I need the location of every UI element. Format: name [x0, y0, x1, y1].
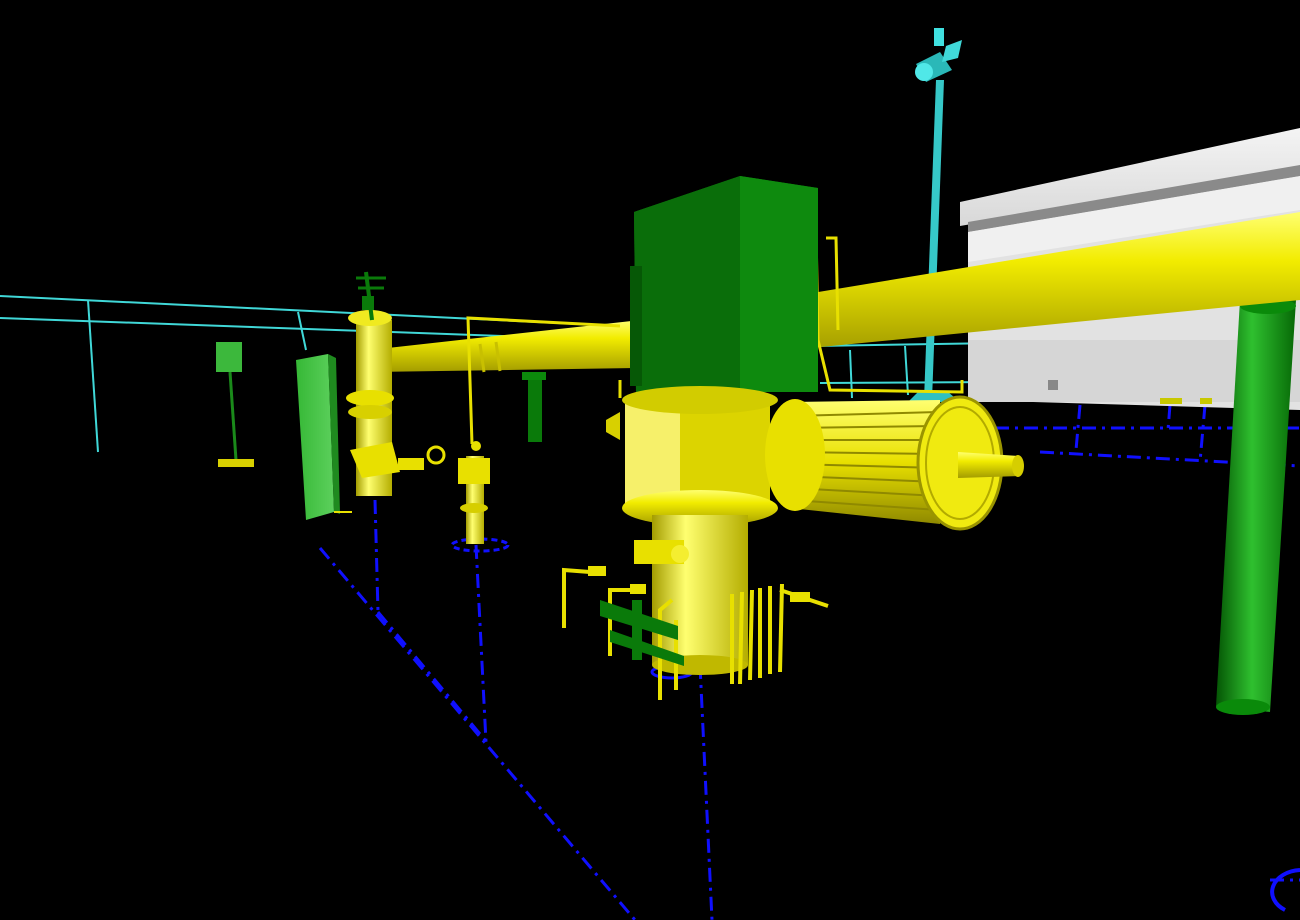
green-pipe-stub: [522, 372, 546, 442]
small-valve-station: [458, 441, 490, 544]
lighting-pole: [908, 28, 962, 402]
heat-exchanger: [765, 395, 1024, 531]
plant-model-scene[interactable]: [0, 0, 1300, 920]
instrument-sign: [216, 342, 254, 467]
grid-marker: [1270, 868, 1300, 912]
3d-viewport[interactable]: [0, 0, 1300, 920]
motor-enclosure: [630, 176, 818, 392]
control-valve: [346, 271, 446, 496]
local-panel: [296, 354, 352, 520]
